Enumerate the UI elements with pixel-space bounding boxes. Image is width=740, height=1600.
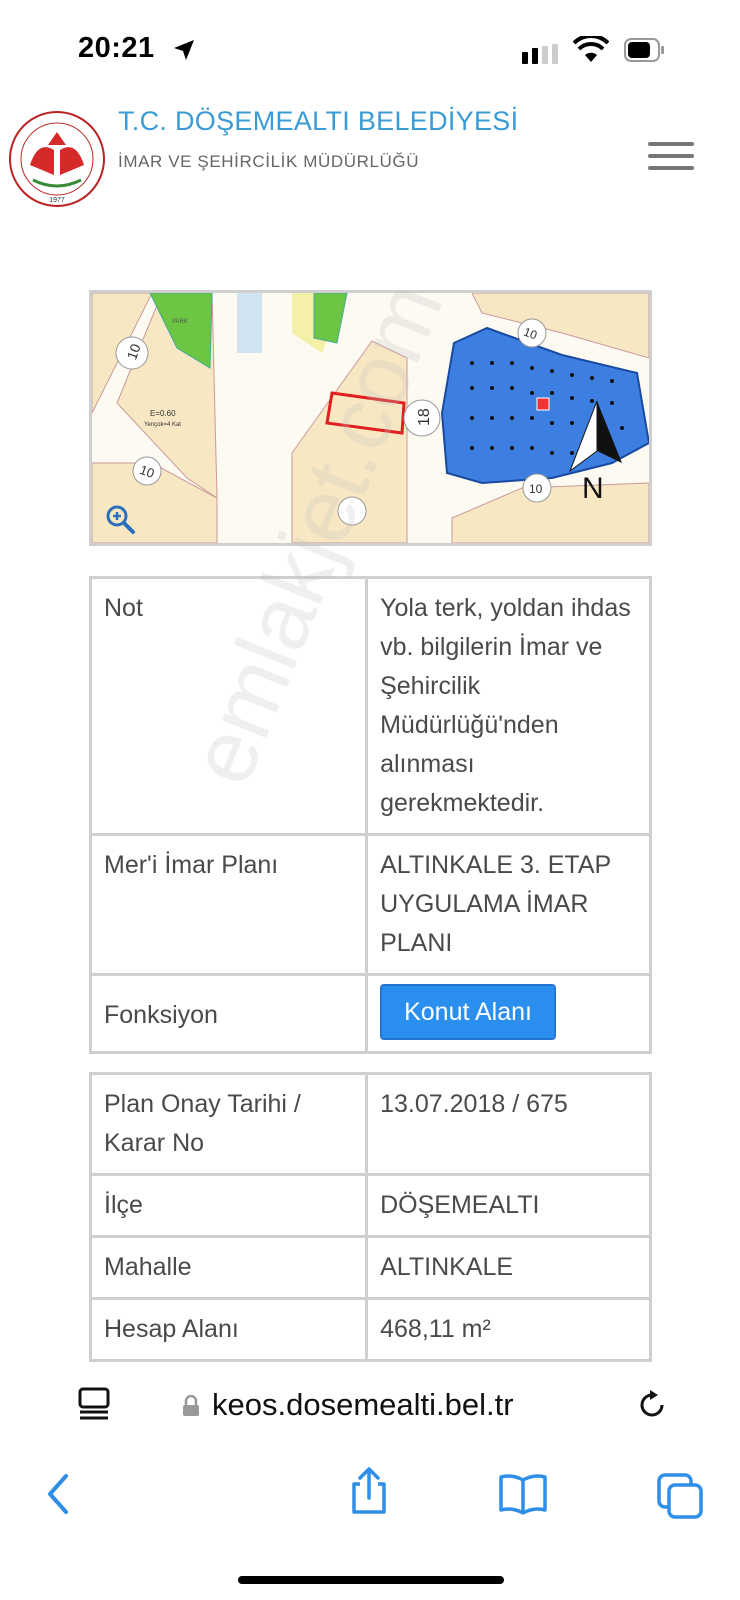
home-indicator[interactable]	[238, 1576, 504, 1584]
table-row: Plan Onay Tarihi / Karar No 13.07.2018 /…	[88, 1072, 652, 1176]
hamburger-menu-icon[interactable]	[648, 142, 694, 176]
reader-mode-icon[interactable]	[78, 1387, 110, 1421]
map-zoning2-label: Yençok=4 Kat	[144, 422, 181, 428]
status-time: 20:21	[78, 32, 155, 64]
status-bar: 20:21	[0, 0, 740, 100]
row-label: Plan Onay Tarihi / Karar No	[88, 1072, 369, 1176]
map-north-label: N	[582, 472, 604, 505]
map-road-label: 10	[529, 482, 543, 496]
row-value: 13.07.2018 / 675	[365, 1072, 652, 1176]
map-park-label: PARK	[172, 319, 188, 325]
site-subtitle: İMAR VE ŞEHİRCİLİK MÜDÜRLÜĞÜ	[118, 152, 420, 171]
table-row: Hesap Alanı 468,11 m²	[88, 1297, 652, 1362]
back-icon[interactable]	[44, 1472, 72, 1516]
site-title: T.C. DÖŞEMEALTI BELEDİYESİ	[118, 106, 519, 136]
table-row: Not Yola terk, yoldan ihdas vb. bilgiler…	[88, 576, 652, 836]
zoning-map[interactable]: N PARK E=0.60 Yençok=4 Kat 10 10 18 10 1…	[89, 290, 652, 546]
plan-info-table: Not Yola terk, yoldan ihdas vb. bilgiler…	[88, 576, 652, 1054]
logo-year: 1977	[49, 197, 65, 204]
row-value: Yola terk, yoldan ihdas vb. bilgilerin İ…	[365, 576, 652, 836]
table-row: İlçe DÖŞEMEALTI	[88, 1173, 652, 1238]
table-row: Mahalle ALTINKALE	[88, 1235, 652, 1300]
url-text[interactable]: keos.dosemealti.bel.tr	[212, 1387, 514, 1423]
row-label: Mahalle	[88, 1235, 369, 1300]
row-value: 468,11 m²	[365, 1297, 652, 1362]
row-value: Konut Alanı	[365, 973, 652, 1054]
battery-icon	[624, 38, 664, 62]
row-value: ALTINKALE 3. ETAP UYGULAMA İMAR PLANI	[365, 833, 652, 976]
row-value: DÖŞEMEALTI	[365, 1173, 652, 1238]
parcel-info-table: Plan Onay Tarihi / Karar No 13.07.2018 /…	[88, 1072, 652, 1362]
browser-url-bar[interactable]: keos.dosemealti.bel.tr	[0, 1365, 740, 1445]
zoom-in-icon[interactable]	[104, 503, 136, 535]
location-arrow-icon	[174, 40, 194, 60]
share-icon[interactable]	[348, 1466, 390, 1516]
function-button[interactable]: Konut Alanı	[380, 984, 556, 1040]
table-row: Fonksiyon Konut Alanı	[88, 973, 652, 1054]
map-canvas: N PARK E=0.60 Yençok=4 Kat 10 10 18 10 1…	[92, 293, 649, 543]
row-label: Hesap Alanı	[88, 1297, 369, 1362]
map-road-label: 18	[416, 408, 433, 426]
site-header: 1977 T.C. DÖŞEMEALTI BELEDİYESİ İMAR VE …	[0, 100, 740, 220]
row-label: Fonksiyon	[88, 973, 369, 1054]
map-zoning-label: E=0.60	[150, 409, 176, 418]
browser-toolbar	[0, 1460, 740, 1540]
table-row: Mer'i İmar Planı ALTINKALE 3. ETAP UYGUL…	[88, 833, 652, 976]
reload-icon[interactable]	[636, 1389, 668, 1421]
cellular-signal-icon	[522, 44, 558, 64]
row-label: İlçe	[88, 1173, 369, 1238]
municipality-logo[interactable]: 1977	[8, 110, 106, 208]
row-label: Mer'i İmar Planı	[88, 833, 369, 976]
wifi-icon	[573, 36, 609, 62]
tabs-icon[interactable]	[656, 1472, 704, 1520]
row-value: ALTINKALE	[365, 1235, 652, 1300]
bookmarks-icon[interactable]	[498, 1472, 548, 1516]
lock-icon	[183, 1395, 199, 1416]
row-label: Not	[88, 576, 369, 836]
